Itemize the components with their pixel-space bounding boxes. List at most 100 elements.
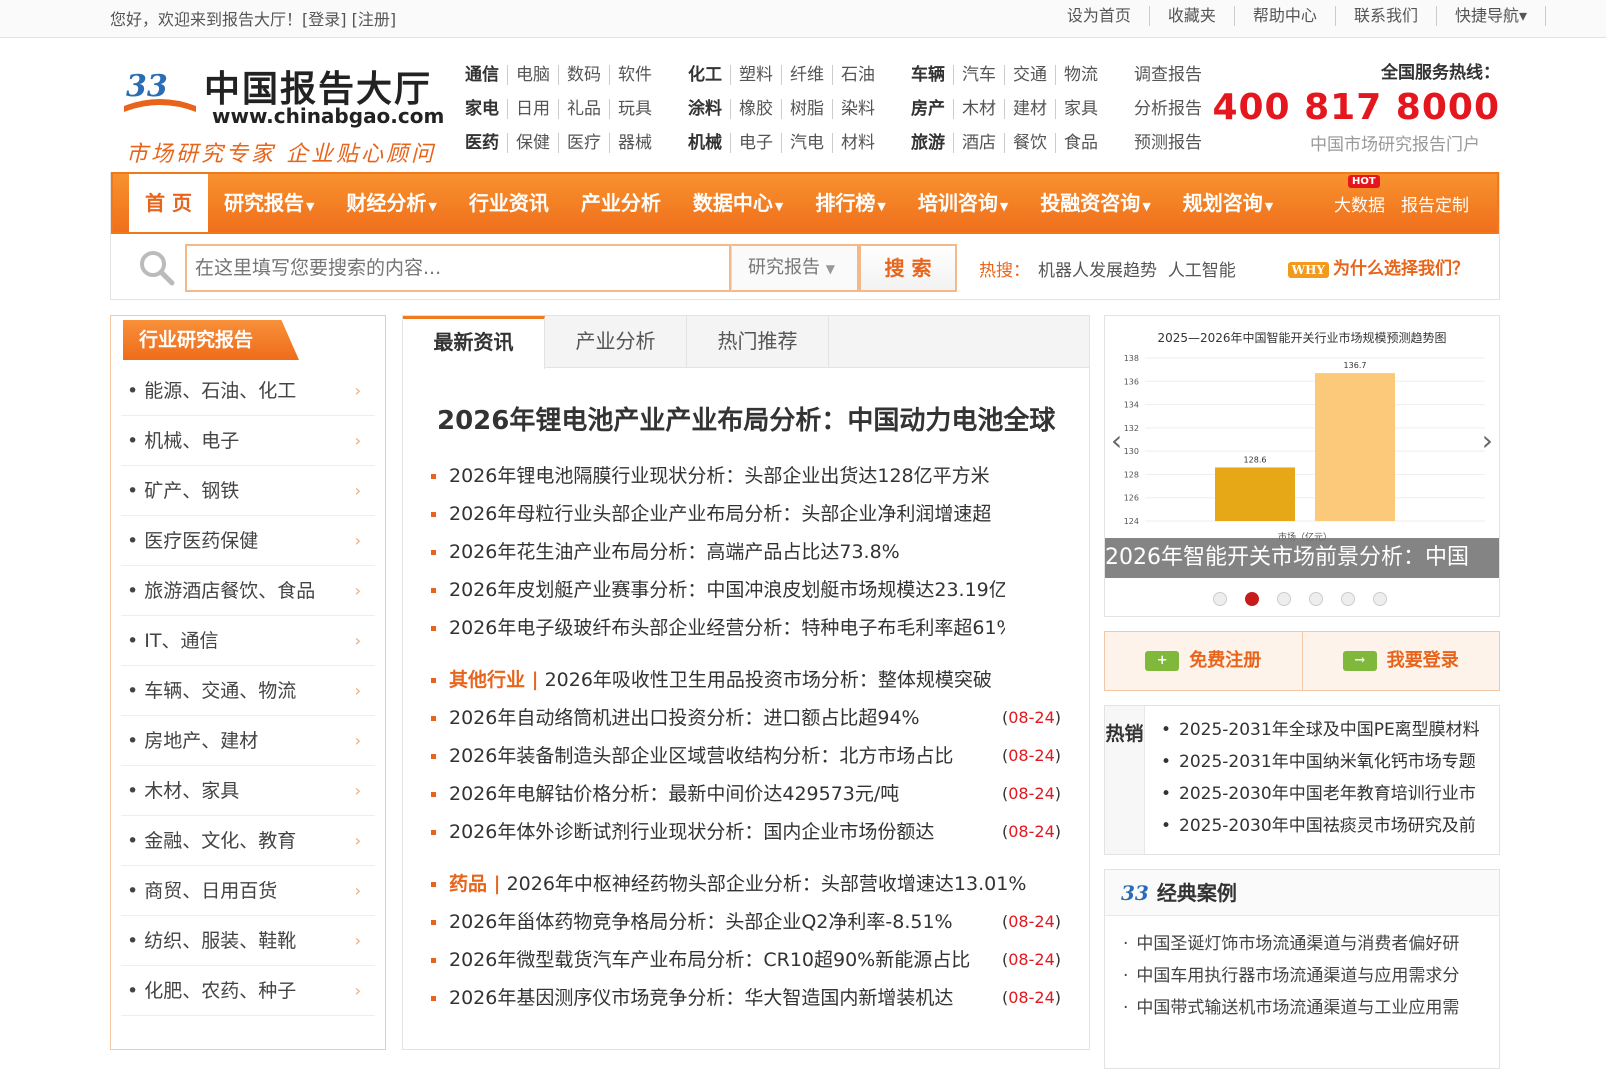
category-link[interactable]: 汽电	[781, 133, 832, 153]
sidebar-item[interactable]: • 机械、电子 ›	[121, 416, 375, 466]
slide-caption[interactable]: 2026年智能开关市场前景分析：中国	[1105, 538, 1499, 578]
category-link[interactable]: 数码	[558, 65, 609, 85]
nav-finance-analysis[interactable]: 财经分析 ▼	[330, 174, 452, 232]
login-button[interactable]: → 我要登录	[1303, 632, 1500, 690]
nav-rankings[interactable]: 排行榜 ▼	[799, 174, 901, 232]
sidebar-item[interactable]: • IT、通信 ›	[121, 616, 375, 666]
nav-industry-news[interactable]: 行业资讯	[453, 174, 565, 232]
search-type-select[interactable]: 研究报告 ▼	[731, 244, 859, 292]
category-link[interactable]: 医疗	[558, 133, 609, 153]
nav-custom-report[interactable]: 报告定制	[1401, 191, 1469, 216]
news-item[interactable]: 其他行业 | 2026年吸收性卫生用品投资市场分析：整体规模突破	[431, 661, 1061, 699]
search-input[interactable]	[187, 246, 729, 290]
news-item[interactable]: 2026年基因测序仪市场竞争分析：华大智造国内新增装机达 (08-24)	[431, 979, 1061, 1017]
sidebar-item[interactable]: • 矿产、钢铁 ›	[121, 466, 375, 516]
category-link[interactable]: 玩具	[609, 99, 660, 119]
category-link[interactable]: 机械	[688, 133, 730, 153]
register-link[interactable]: [注册]	[352, 10, 397, 29]
chevron-left-icon[interactable]: ‹	[1111, 424, 1122, 457]
sidebar-item[interactable]: • 能源、石油、化工 ›	[121, 366, 375, 416]
news-item[interactable]: 2026年电解钴价格分析：最新中间价达429573元/吨 (08-24)	[431, 775, 1061, 813]
category-link[interactable]: 材料	[832, 133, 883, 153]
category-link[interactable]: 礼品	[558, 99, 609, 119]
category-link[interactable]: 化工	[688, 65, 730, 85]
why-choose-us-link[interactable]: WHY 为什么选择我们？	[1287, 254, 1469, 279]
category-link[interactable]: 汽车	[953, 65, 1004, 85]
nav-data-center[interactable]: 数据中心 ▼	[677, 174, 799, 232]
sidebar-item[interactable]: • 车辆、交通、物流 ›	[121, 666, 375, 716]
category-link[interactable]: 医药	[465, 133, 507, 153]
category-link[interactable]: 器械	[609, 133, 660, 153]
category-link[interactable]: 树脂	[781, 99, 832, 119]
news-item[interactable]: 2026年母粒行业头部企业产业布局分析：头部企业净利润增速超	[431, 495, 1061, 533]
category-link[interactable]: 家电	[465, 99, 507, 119]
nav-training-consulting[interactable]: 培训咨询 ▼	[902, 174, 1024, 232]
news-item[interactable]: 2026年锂电池隔膜行业现状分析：头部企业出货达128亿平方米	[431, 457, 1061, 495]
category-link[interactable]: 通信	[465, 65, 507, 85]
tab-latest-news[interactable]: 最新资讯	[403, 316, 545, 369]
contact-us-link[interactable]: 联系我们	[1334, 6, 1436, 26]
category-link[interactable]: 日用	[507, 99, 558, 119]
category-link[interactable]: 建材	[1004, 99, 1055, 119]
category-link[interactable]: 车辆	[911, 65, 953, 85]
category-link[interactable]: 餐饮	[1004, 133, 1055, 153]
hot-sales-item[interactable]: 2025-2031年全球及中国PE离型膜材料	[1161, 714, 1480, 746]
slider-dot[interactable]	[1373, 592, 1387, 606]
sidebar-item[interactable]: • 房地产、建材 ›	[121, 716, 375, 766]
site-logo[interactable]: 33 中国报告大厅 www.chinabgao.com 市场研究专家 企业贴心顾…	[120, 56, 444, 167]
category-link[interactable]: 电子	[730, 133, 781, 153]
slider-dot[interactable]	[1277, 592, 1291, 606]
category-link[interactable]: 旅游	[911, 133, 953, 153]
category-link[interactable]: 纤维	[781, 65, 832, 85]
category-link[interactable]: 塑料	[730, 65, 781, 85]
news-item[interactable]: 2026年皮划艇产业赛事分析：中国冲浪皮划艇市场规模达23.19亿元	[431, 571, 1061, 609]
news-item[interactable]: 2026年电子级玻纤布头部企业经营分析：特种电子布毛利率超61%	[431, 609, 1061, 647]
favorites-link[interactable]: 收藏夹	[1148, 6, 1234, 26]
slider-dot[interactable]	[1245, 592, 1259, 606]
news-item[interactable]: 2026年装备制造头部企业区域营收结构分析：北方市场占比 (08-24)	[431, 737, 1061, 775]
news-item[interactable]: 2026年花生油产业布局分析：高端产品占比达73.8%	[431, 533, 1061, 571]
nav-planning-consulting[interactable]: 规划咨询 ▼	[1167, 174, 1289, 232]
case-item[interactable]: 中国车用执行器市场流通渠道与应用需求分	[1123, 960, 1499, 992]
news-headline[interactable]: 2026年锂电池产业产业布局分析：中国动力电池全球	[437, 400, 1067, 437]
category-link[interactable]: 橡胶	[730, 99, 781, 119]
category-link[interactable]: 房产	[911, 99, 953, 119]
tab-industry-analysis[interactable]: 产业分析	[545, 316, 687, 368]
report-type-link[interactable]: 分析报告	[1134, 99, 1202, 119]
nav-big-data[interactable]: HOT 大数据	[1334, 174, 1385, 216]
hot-sales-item[interactable]: 2025-2030年中国老年教育培训行业市	[1161, 778, 1480, 810]
hot-search-term[interactable]: 机器人发展趋势	[1038, 261, 1157, 281]
quick-nav-dropdown[interactable]: 快捷导航▾	[1435, 6, 1546, 26]
category-link[interactable]: 交通	[1004, 65, 1055, 85]
case-item[interactable]: 中国带式输送机市场流通渠道与工业应用需	[1123, 992, 1499, 1024]
nav-home[interactable]: 首 页	[129, 174, 208, 232]
hot-search-term[interactable]: 人工智能	[1168, 261, 1236, 281]
nav-research-reports[interactable]: 研究报告 ▼	[208, 174, 330, 232]
news-item[interactable]: 2026年微型载货汽车产业布局分析：CR10超90%新能源占比 (08-24)	[431, 941, 1061, 979]
chevron-right-icon[interactable]: ›	[1482, 424, 1493, 457]
category-link[interactable]: 石油	[832, 65, 883, 85]
help-center-link[interactable]: 帮助中心	[1233, 6, 1335, 26]
category-link[interactable]: 食品	[1055, 133, 1106, 153]
news-item[interactable]: 2026年体外诊断试剂行业现状分析：国内企业市场份额达 (08-24)	[431, 813, 1061, 851]
login-link[interactable]: [登录]	[302, 10, 347, 29]
report-type-link[interactable]: 调查报告	[1134, 65, 1202, 85]
category-link[interactable]: 涂料	[688, 99, 730, 119]
case-item[interactable]: 中国圣诞灯饰市场流通渠道与消费者偏好研	[1123, 928, 1499, 960]
category-link[interactable]: 酒店	[953, 133, 1004, 153]
news-item[interactable]: 药品 | 2026年中枢神经药物头部企业分析：头部营收增速达13.01%	[431, 865, 1061, 903]
slider-dot[interactable]	[1309, 592, 1323, 606]
nav-investment-consulting[interactable]: 投融资咨询 ▼	[1024, 174, 1166, 232]
sidebar-item[interactable]: • 医疗医药保健 ›	[121, 516, 375, 566]
hot-sales-item[interactable]: 2025-2031年中国纳米氧化钙市场专题	[1161, 746, 1480, 778]
image-slider[interactable]: 2025—2026年中国智能开关行业市场规模预测趋势图 124 126 128 130…	[1104, 315, 1500, 617]
category-link[interactable]: 软件	[609, 65, 660, 85]
search-button[interactable]: 搜 索	[859, 244, 957, 292]
report-type-link[interactable]: 预测报告	[1134, 133, 1202, 153]
slider-dot[interactable]	[1341, 592, 1355, 606]
free-register-button[interactable]: + 免费注册	[1105, 632, 1303, 690]
sidebar-item[interactable]: • 商贸、日用百货 ›	[121, 866, 375, 916]
slider-dot[interactable]	[1213, 592, 1227, 606]
category-link[interactable]: 电脑	[507, 65, 558, 85]
sidebar-item[interactable]: • 金融、文化、教育 ›	[121, 816, 375, 866]
